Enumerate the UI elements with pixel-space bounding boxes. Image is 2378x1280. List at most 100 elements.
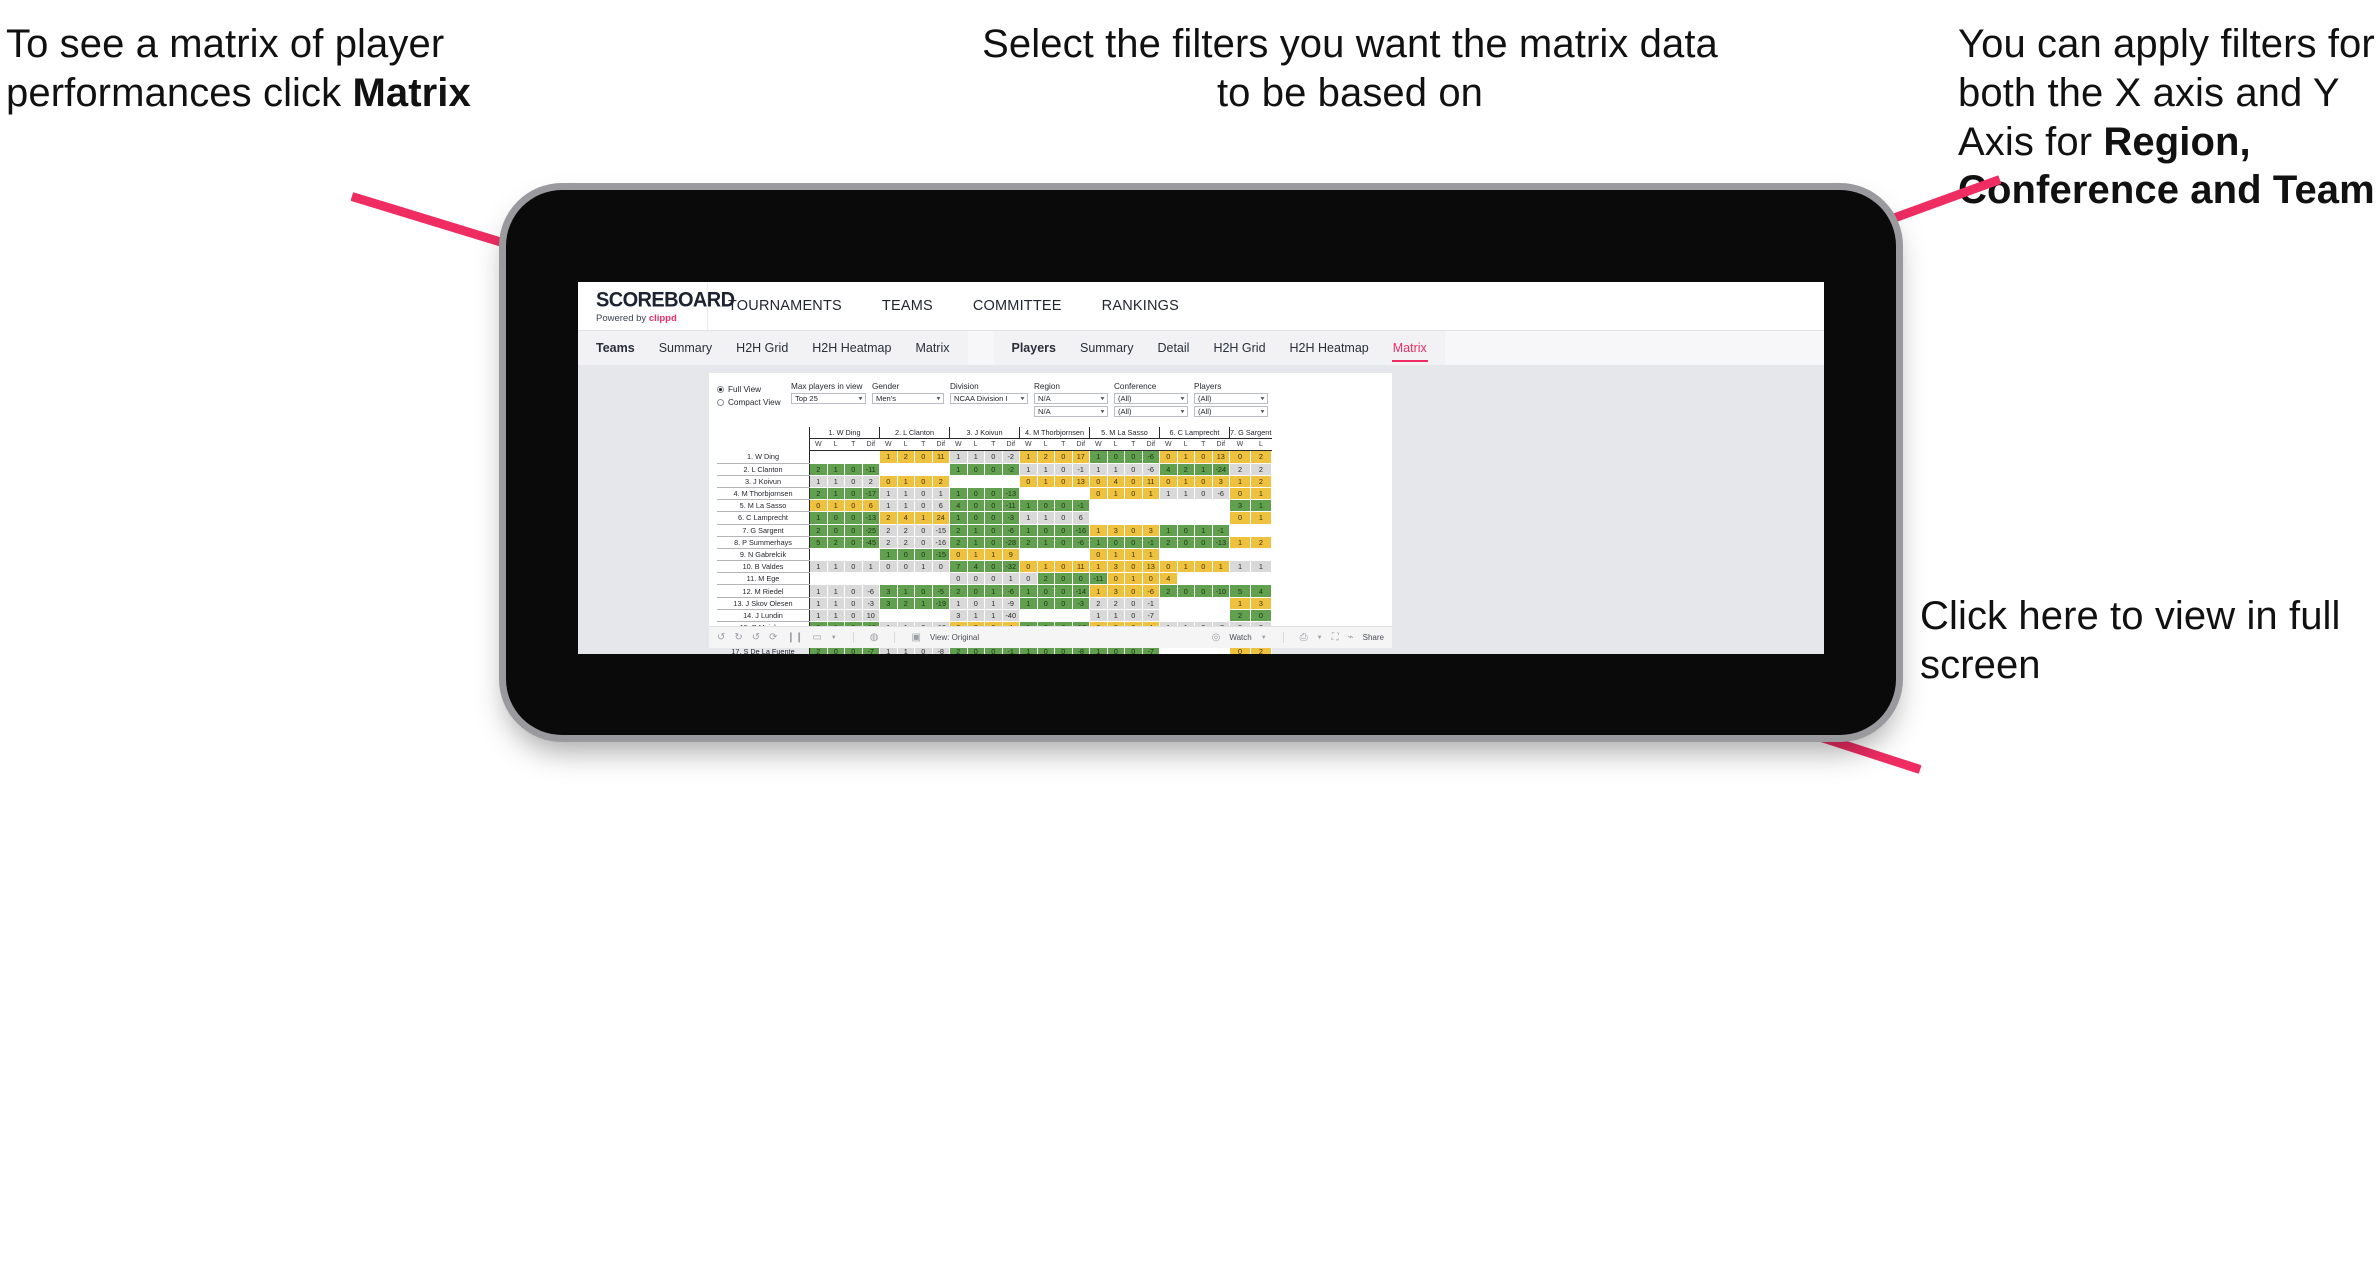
matrix-cell[interactable]: -6	[1142, 450, 1160, 464]
matrix-cell[interactable]: 1	[1019, 450, 1038, 464]
matrix-cell[interactable]	[984, 475, 1003, 488]
matrix-cell[interactable]: 0	[827, 511, 845, 525]
matrix-cell[interactable]: 0	[914, 450, 933, 464]
matrix-cell[interactable]	[1212, 597, 1230, 610]
filter-conference-select-y[interactable]: (All) ▼	[1114, 406, 1188, 417]
matrix-cell[interactable]	[1159, 609, 1178, 623]
matrix-cell[interactable]: 0	[1019, 475, 1038, 488]
matrix-cell[interactable]: -1	[1142, 536, 1160, 549]
matrix-cell[interactable]: -6	[1142, 463, 1160, 476]
matrix-cell[interactable]	[1229, 572, 1251, 586]
matrix-cell[interactable]: 2	[809, 463, 828, 476]
matrix-cell[interactable]: 17	[1072, 450, 1090, 464]
matrix-cell[interactable]	[932, 609, 950, 623]
matrix-cell[interactable]: 1	[1037, 463, 1055, 476]
matrix-cell[interactable]: 0	[949, 548, 968, 562]
matrix-cell[interactable]: 0	[1107, 450, 1125, 464]
matrix-cell[interactable]: 4	[1159, 572, 1178, 586]
matrix-cell[interactable]: -1	[1072, 463, 1090, 476]
matrix-cell[interactable]	[1212, 499, 1230, 513]
matrix-cell[interactable]	[1107, 511, 1125, 525]
matrix-cell[interactable]	[827, 450, 845, 464]
matrix-cell[interactable]: 1	[827, 584, 845, 598]
subnav-item-players-matrix[interactable]: Matrix	[1381, 331, 1439, 365]
matrix-cell[interactable]	[1212, 548, 1230, 562]
matrix-cell[interactable]: 0	[1194, 584, 1213, 598]
matrix-cell[interactable]	[1124, 499, 1143, 513]
matrix-cell[interactable]: 2	[1037, 572, 1055, 586]
matrix-cell[interactable]: 0	[1229, 511, 1251, 525]
watch-label[interactable]: Watch	[1229, 633, 1251, 642]
matrix-cell[interactable]: 0	[984, 511, 1003, 525]
matrix-cell[interactable]	[897, 609, 915, 623]
matrix-cell[interactable]: 0	[1054, 572, 1073, 586]
matrix-cell[interactable]: 1	[1229, 536, 1251, 549]
matrix-cell[interactable]: 0	[914, 524, 933, 537]
matrix-cell[interactable]: 1	[1177, 475, 1195, 488]
matrix-cell[interactable]: 0	[967, 499, 985, 513]
matrix-cell[interactable]: 2	[1107, 597, 1125, 610]
matrix-cell[interactable]	[1089, 499, 1108, 513]
matrix-cell[interactable]: 0	[1072, 572, 1090, 586]
matrix-cell[interactable]: -3	[1002, 511, 1020, 525]
matrix-cell[interactable]: 11	[1072, 560, 1090, 574]
filter-region-select-y[interactable]: N/A ▼	[1034, 406, 1108, 417]
matrix-cell[interactable]: 0	[949, 572, 968, 586]
matrix-cell[interactable]: 2	[1250, 463, 1272, 476]
matrix-cell[interactable]: 0	[1124, 450, 1143, 464]
matrix-cell[interactable]: 4	[1250, 584, 1272, 598]
matrix-cell[interactable]: 1	[1019, 499, 1038, 513]
matrix-cell[interactable]	[897, 572, 915, 586]
matrix-cell[interactable]: 10	[862, 609, 880, 623]
matrix-cell[interactable]: 1	[932, 487, 950, 501]
matrix-cell[interactable]	[1250, 548, 1272, 562]
matrix-cell[interactable]: -9	[1002, 597, 1020, 610]
matrix-cell[interactable]: 0	[984, 536, 1003, 549]
matrix-cell[interactable]: 1	[967, 548, 985, 562]
matrix-cell[interactable]: 0	[1054, 511, 1073, 525]
matrix-cell[interactable]: 1	[1159, 487, 1178, 501]
matrix-cell[interactable]: -7	[1142, 609, 1160, 623]
matrix-cell[interactable]: 0	[984, 450, 1003, 464]
matrix-cell[interactable]: 0	[967, 597, 985, 610]
matrix-cell[interactable]: 0	[1054, 524, 1073, 537]
matrix-cell[interactable]: 1	[897, 487, 915, 501]
matrix-cell[interactable]: 3	[879, 597, 898, 610]
matrix-cell[interactable]: -5	[932, 584, 950, 598]
matrix-cell[interactable]	[1054, 609, 1073, 623]
matrix-cell[interactable]: 0	[1054, 475, 1073, 488]
matrix-cell[interactable]	[809, 548, 828, 562]
matrix-cell[interactable]: 2	[1250, 475, 1272, 488]
matrix-cell[interactable]	[1072, 609, 1090, 623]
matrix-cell[interactable]: 1	[809, 584, 828, 598]
matrix-cell[interactable]: 1	[809, 511, 828, 525]
nav-item-rankings[interactable]: RANKINGS	[1082, 282, 1199, 330]
matrix-cell[interactable]	[1142, 511, 1160, 525]
matrix-cell[interactable]: 24	[932, 511, 950, 525]
matrix-cell[interactable]: -2	[1002, 463, 1020, 476]
nav-item-committee[interactable]: COMMITTEE	[953, 282, 1082, 330]
matrix-cell[interactable]	[1177, 499, 1195, 513]
matrix-cell[interactable]: -6	[1212, 487, 1230, 501]
matrix-cell[interactable]: 3	[949, 609, 968, 623]
matrix-cell[interactable]: 1	[1037, 560, 1055, 574]
matrix-cell[interactable]: 2	[1250, 536, 1272, 549]
matrix-cell[interactable]	[1250, 524, 1272, 537]
matrix-cell[interactable]	[1212, 609, 1230, 623]
matrix-cell[interactable]	[1194, 597, 1213, 610]
matrix-cell[interactable]: 1	[1250, 499, 1272, 513]
matrix-cell[interactable]: -1	[1072, 499, 1090, 513]
matrix-cell[interactable]: 2	[949, 524, 968, 537]
matrix-cell[interactable]: 11	[1142, 475, 1160, 488]
matrix-cell[interactable]: 0	[1124, 463, 1143, 476]
matrix-cell[interactable]: 3	[1107, 560, 1125, 574]
matrix-cell[interactable]: 0	[844, 499, 863, 513]
matrix-cell[interactable]: 0	[1177, 524, 1195, 537]
pause-icon[interactable]: ❙❙	[787, 632, 804, 643]
matrix-cell[interactable]	[809, 450, 828, 464]
filter-division-select[interactable]: NCAA Division I ▼	[950, 393, 1028, 404]
matrix-cell[interactable]: 0	[844, 487, 863, 501]
matrix-cell[interactable]: 0	[1037, 584, 1055, 598]
matrix-cell[interactable]	[1194, 572, 1213, 586]
matrix-cell[interactable]: 0	[914, 584, 933, 598]
